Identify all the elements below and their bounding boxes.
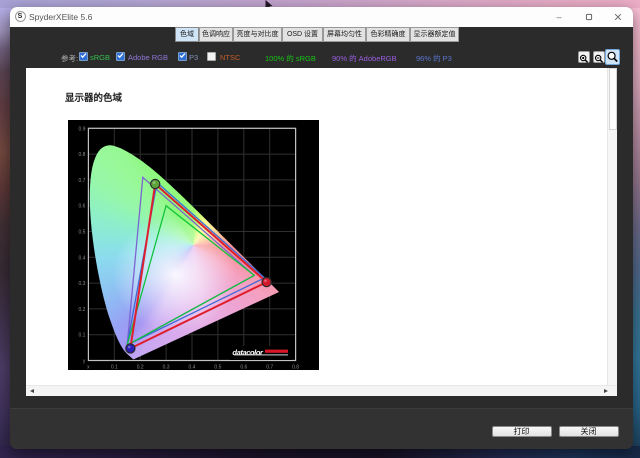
- svg-text:0.3: 0.3: [163, 365, 170, 371]
- svg-text:0.1: 0.1: [111, 365, 118, 371]
- svg-text:0.4: 0.4: [189, 365, 196, 371]
- svg-text:0.8: 0.8: [79, 152, 86, 158]
- svg-text:0.2: 0.2: [137, 365, 144, 371]
- svg-text:0.8: 0.8: [293, 365, 300, 371]
- svg-text:0.2: 0.2: [79, 307, 86, 313]
- svg-text:x: x: [88, 365, 91, 371]
- svg-text:0.5: 0.5: [215, 365, 222, 371]
- svg-text:0.7: 0.7: [79, 178, 86, 184]
- svg-text:0.9: 0.9: [79, 126, 86, 132]
- svg-text:0.7: 0.7: [267, 365, 274, 371]
- svg-text:0.6: 0.6: [241, 365, 248, 371]
- svg-text:y: y: [83, 359, 86, 365]
- svg-text:0.1: 0.1: [79, 333, 86, 339]
- svg-text:0.6: 0.6: [79, 204, 86, 210]
- svg-text:0.4: 0.4: [79, 255, 86, 261]
- svg-text:0.5: 0.5: [79, 230, 86, 236]
- svg-text:0.3: 0.3: [79, 281, 86, 287]
